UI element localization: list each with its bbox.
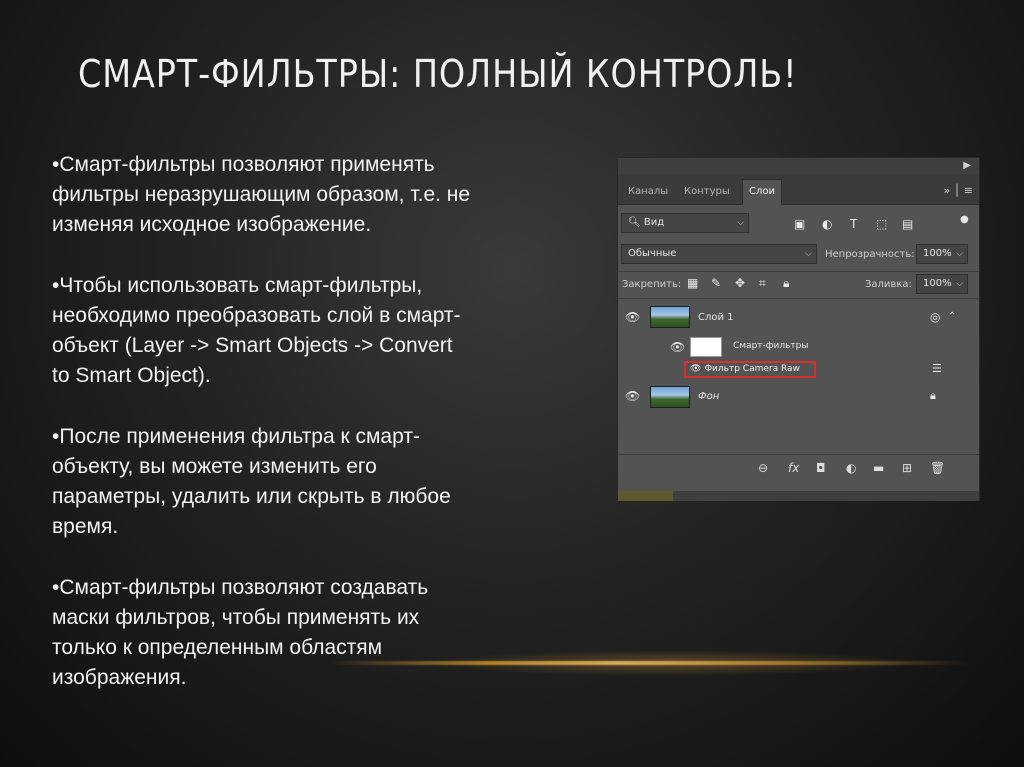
layer-thumbnail [650, 386, 690, 408]
filter-toggle-icon[interactable]: ● [960, 213, 969, 227]
bullet-item: •Смарт-фильтры позволяют применять фильт… [52, 153, 471, 236]
visibility-eye-icon[interactable]: 👁︎ [690, 364, 701, 374]
smart-filters-label: Смарт-фильтры [733, 341, 809, 351]
layer-name[interactable]: Слой 1 [698, 312, 734, 323]
layer-row-smart-filters[interactable]: 👁︎ Смарт-фильтры [618, 336, 979, 360]
visibility-eye-icon[interactable]: 👁︎ [625, 310, 640, 324]
chevron-down-icon: ⌵ [737, 218, 744, 228]
slide-title: СМАРТ-ФИЛЬТРЫ: ПОЛНЫЙ КОНТРОЛЬ! [78, 52, 798, 96]
layer-thumbnail [650, 306, 690, 328]
fill-label: Заливка: [865, 279, 912, 290]
layer-name[interactable]: Фон [698, 391, 719, 402]
lock-label: Закрепить: [622, 279, 682, 290]
adjustment-layer-icon[interactable]: ◐ [846, 461, 856, 475]
panel-top-strip: ▶ [618, 158, 979, 174]
layers-panel-screenshot: ▶ Каналы Контуры Слои » │ ≡ 🔍︎ Вид ⌵ ▣ ◐… [617, 157, 980, 501]
pixel-filter-icon[interactable]: ▣ [794, 217, 805, 231]
filter-kind-value: Вид [643, 217, 665, 228]
layer-filter-select[interactable]: 🔍︎ Вид ⌵ [621, 213, 749, 233]
divider [618, 271, 979, 272]
lock-all-icon[interactable]: 🔒︎ [783, 276, 789, 290]
tab-channels[interactable]: Каналы [622, 180, 674, 204]
chevron-down-icon: ⌵ [956, 249, 963, 259]
divider [618, 454, 979, 455]
filter-mask-thumbnail [690, 337, 722, 357]
fill-field[interactable]: 100% ⌵ [916, 274, 968, 294]
lock-icon: 🔒︎ [930, 389, 936, 402]
tab-paths[interactable]: Контуры [678, 180, 736, 204]
collapse-arrow-icon[interactable]: ▶ [963, 160, 971, 171]
chevron-down-icon: ⌵ [956, 279, 963, 289]
blend-mode-select[interactable]: Обычные ⌵ [621, 244, 817, 264]
lock-position-icon[interactable]: ✥ [735, 276, 745, 290]
new-group-icon[interactable]: ▬ [873, 461, 884, 475]
tab-layers[interactable]: Слои [742, 179, 782, 205]
fill-value: 100% [923, 278, 952, 289]
fx-icon[interactable]: fx [788, 461, 799, 475]
shape-filter-icon[interactable]: ⬚ [876, 217, 887, 231]
bullet-item: •Чтобы использовать смарт-фильтры, необх… [52, 274, 461, 387]
panel-menu-icon[interactable]: » │ ≡ [943, 184, 973, 197]
opacity-value: 100% [923, 248, 952, 259]
smart-object-badge-icon: ◎ [930, 310, 941, 324]
chevron-down-icon: ⌵ [805, 249, 812, 259]
bullet-item: •После применения фильтра к смарт- объек… [52, 425, 451, 538]
layer-row-background[interactable]: 👁︎ Фон 🔒︎ [618, 384, 979, 410]
panel-bottom-strip [618, 491, 979, 501]
camera-raw-filter-highlight[interactable]: 👁︎ Фильтр Camera Raw [684, 361, 816, 378]
type-filter-icon[interactable]: T [850, 217, 857, 231]
decorative-gold-line [330, 661, 970, 665]
smart-object-filter-icon[interactable]: ▤ [902, 217, 913, 231]
lock-pixels-icon[interactable]: ▦ [687, 276, 698, 290]
divider [618, 298, 979, 299]
link-layers-icon[interactable]: ⊖ [758, 461, 768, 475]
panel-tab-bar: Каналы Контуры Слои » │ ≡ [618, 174, 979, 205]
delete-layer-icon[interactable]: 🗑︎ [930, 461, 945, 475]
panel-bottom-toolbar: ⊖ fx ◘ ◐ ▬ ⊞ 🗑︎ [618, 461, 979, 481]
filter-name: Фильтр Camera Raw [704, 364, 800, 374]
layer-row-layer1[interactable]: 👁︎ Слой 1 ◎ ⌃ [618, 304, 979, 334]
layer-row-camera-raw[interactable]: 👁︎ Фильтр Camera Raw ☰ [618, 359, 979, 381]
lock-artboard-icon[interactable]: ⌗ [759, 276, 766, 290]
search-icon: 🔍︎ [628, 217, 641, 228]
chevron-up-icon[interactable]: ⌃ [948, 310, 956, 324]
decorative-strip [618, 491, 673, 501]
blending-options-icon[interactable]: ☰ [932, 362, 942, 376]
add-mask-icon[interactable]: ◘ [816, 461, 826, 475]
visibility-eye-icon[interactable]: 👁︎ [625, 389, 640, 403]
adjustment-filter-icon[interactable]: ◐ [822, 217, 832, 231]
new-layer-icon[interactable]: ⊞ [902, 461, 912, 475]
opacity-label: Непрозрачность: [825, 249, 915, 260]
bullet-list: •Смарт-фильтры позволяют применять фильт… [52, 150, 572, 724]
visibility-eye-icon[interactable]: 👁︎ [670, 340, 685, 354]
blend-mode-value: Обычные [628, 248, 677, 259]
opacity-field[interactable]: 100% ⌵ [916, 244, 968, 264]
lock-paint-icon[interactable]: ✎ [711, 276, 721, 290]
